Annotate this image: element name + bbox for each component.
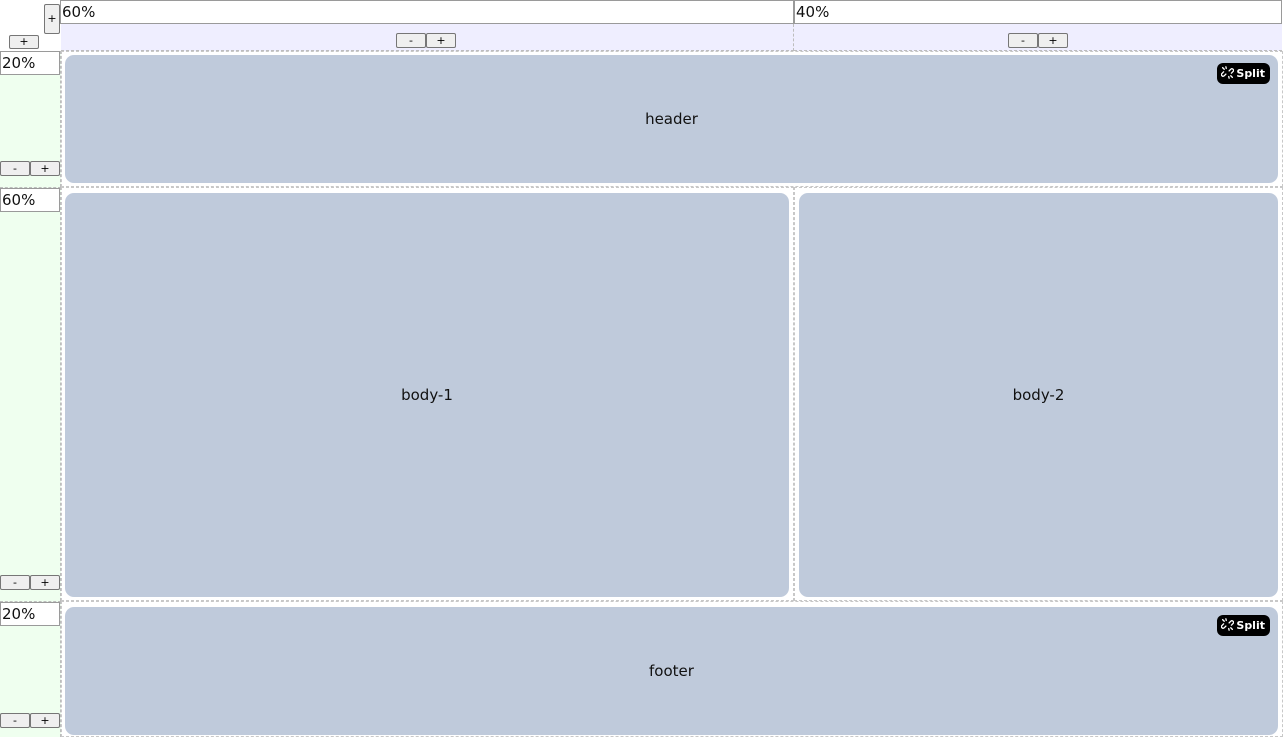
footer-panel-label: footer	[649, 662, 694, 680]
row-2-height-input[interactable]	[0, 188, 60, 212]
row-2-decrease-button[interactable]: -	[0, 575, 30, 590]
column-1-width-input[interactable]	[60, 0, 794, 24]
header-panel[interactable]: header Split	[65, 55, 1278, 183]
column-2-width-input[interactable]	[794, 0, 1282, 24]
add-row-button[interactable]: +	[9, 35, 39, 49]
row-3-increase-button[interactable]: +	[30, 713, 60, 728]
split-icon	[1221, 617, 1235, 634]
header-split-button[interactable]: Split	[1217, 63, 1270, 84]
body-2-panel[interactable]: body-2	[799, 193, 1278, 597]
split-icon	[1221, 65, 1235, 82]
row-3-controls: - +	[0, 601, 61, 737]
body-2-panel-label: body-2	[1012, 386, 1065, 404]
row-1-controls: - +	[0, 51, 61, 187]
column-1-decrease-button[interactable]: -	[396, 33, 426, 48]
column-2-decrease-button[interactable]: -	[1008, 33, 1038, 48]
row-3-decrease-button[interactable]: -	[0, 713, 30, 728]
add-column-button[interactable]: +	[44, 4, 60, 34]
row-1-increase-button[interactable]: +	[30, 161, 60, 176]
row-1-decrease-button[interactable]: -	[0, 161, 30, 176]
column-1-increase-button[interactable]: +	[426, 33, 456, 48]
split-button-label: Split	[1236, 619, 1265, 632]
body-1-panel-label: body-1	[401, 386, 453, 404]
row-3-height-input[interactable]	[0, 602, 60, 626]
body-1-panel[interactable]: body-1	[65, 193, 789, 597]
column-2-increase-button[interactable]: +	[1038, 33, 1068, 48]
footer-panel[interactable]: footer Split	[65, 607, 1278, 735]
row-2-increase-button[interactable]: +	[30, 575, 60, 590]
header-panel-label: header	[645, 110, 698, 128]
column-2-controls: - +	[794, 24, 1282, 51]
column-1-controls: - +	[61, 24, 794, 51]
footer-split-button[interactable]: Split	[1217, 615, 1270, 636]
row-1-height-input[interactable]	[0, 51, 60, 75]
row-2-controls: - +	[0, 187, 61, 601]
split-button-label: Split	[1236, 67, 1265, 80]
